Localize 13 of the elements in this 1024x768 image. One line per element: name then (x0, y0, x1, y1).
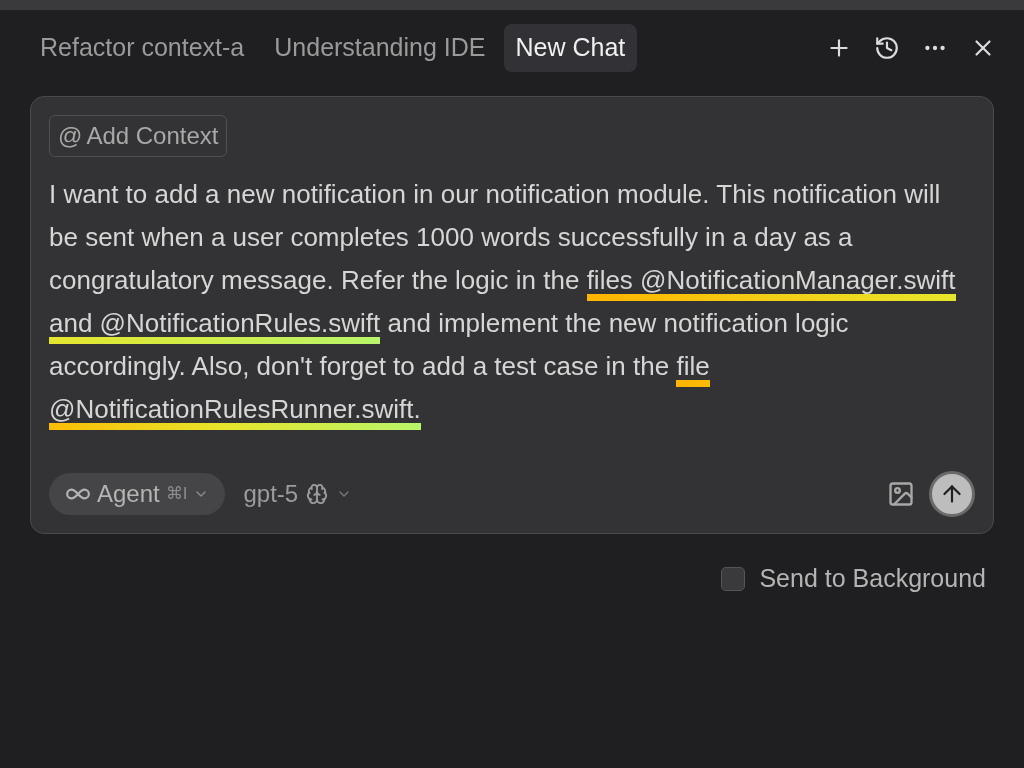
chat-tab[interactable]: Understanding IDE (262, 24, 498, 72)
image-icon[interactable] (887, 480, 915, 508)
model-selector[interactable]: gpt-5 (243, 476, 353, 512)
add-context-button[interactable]: @ Add Context (49, 115, 228, 157)
brain-icon (306, 483, 329, 505)
mode-selector[interactable]: Agent ⌘I (49, 473, 226, 515)
chat-tab[interactable]: New Chat (503, 24, 638, 72)
checkbox-label: Send to Background (759, 563, 986, 594)
history-icon[interactable] (874, 35, 900, 61)
message-text: I want to add a new notification in our notification module. This notification will be sent when a user completes 1000 words successfully in a day as a congratulatory message. Refer the logic in the files @NotificationManager.swift and @NotificationRules.swift and implement the new notification logic accordingly. Also, don't forget to add a test case in the file @NotificationRulesRunner.swift. (49, 173, 975, 431)
chat-tab[interactable]: Refactor context-a (28, 24, 257, 72)
checkbox[interactable] (721, 566, 746, 591)
send-button[interactable] (929, 471, 975, 517)
